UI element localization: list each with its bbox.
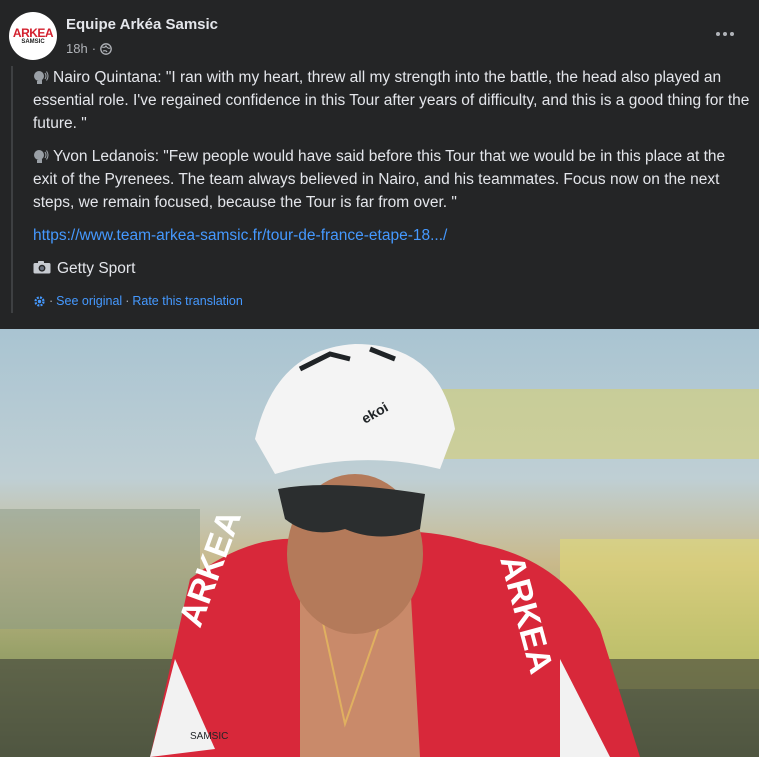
quote-quintana: Nairo Quintana: "I ran with my heart, th…	[33, 69, 750, 132]
cuff-text: SAMSIC	[190, 731, 228, 742]
rate-translation-link[interactable]: Rate this translation	[132, 290, 242, 313]
photo-credit-text: Getty Sport	[57, 260, 136, 277]
page-avatar[interactable]: ARKEA SAMSIC	[9, 12, 57, 60]
see-original-link[interactable]: See original	[56, 290, 122, 313]
photo-credit: Getty Sport	[33, 257, 751, 280]
post-meta: 18h ·	[66, 41, 112, 56]
more-options-button[interactable]	[709, 22, 741, 46]
separator: ·	[49, 294, 54, 308]
more-icon	[716, 32, 720, 36]
post-paragraph: Nairo Quintana: "I ran with my heart, th…	[33, 66, 751, 135]
more-icon-dot	[730, 32, 734, 36]
gear-icon[interactable]	[33, 295, 46, 308]
more-icon-dot	[723, 32, 727, 36]
quote-ledanois: Yvon Ledanois: "Few people would have sa…	[33, 148, 726, 211]
avatar-logo-subtext: SAMSIC	[21, 38, 45, 45]
post-body: Nairo Quintana: "I ran with my heart, th…	[11, 66, 751, 313]
translation-row: · See original · Rate this translation	[33, 290, 751, 313]
speaking-head-icon	[34, 150, 49, 163]
avatar-logo-text: ARKEA	[12, 25, 54, 40]
post-paragraph: Yvon Ledanois: "Few people would have sa…	[33, 145, 751, 214]
post-header: ARKEA SAMSIC Equipe Arkéa Samsic 18h ·	[0, 0, 759, 70]
article-link[interactable]: https://www.team-arkea-samsic.fr/tour-de…	[33, 224, 751, 247]
camera-icon	[33, 261, 51, 274]
post-photo[interactable]: ARKEA ARKEA ekoi SAMSIC	[0, 329, 759, 757]
page-name[interactable]: Equipe Arkéa Samsic	[66, 16, 218, 33]
meta-separator: ·	[91, 41, 97, 56]
globe-icon[interactable]	[100, 42, 112, 55]
speaking-head-icon	[34, 71, 49, 84]
separator: ·	[125, 294, 130, 308]
post-timestamp[interactable]: 18h	[66, 41, 88, 56]
cyclist-photo: ARKEA ARKEA ekoi SAMSIC	[0, 344, 759, 757]
